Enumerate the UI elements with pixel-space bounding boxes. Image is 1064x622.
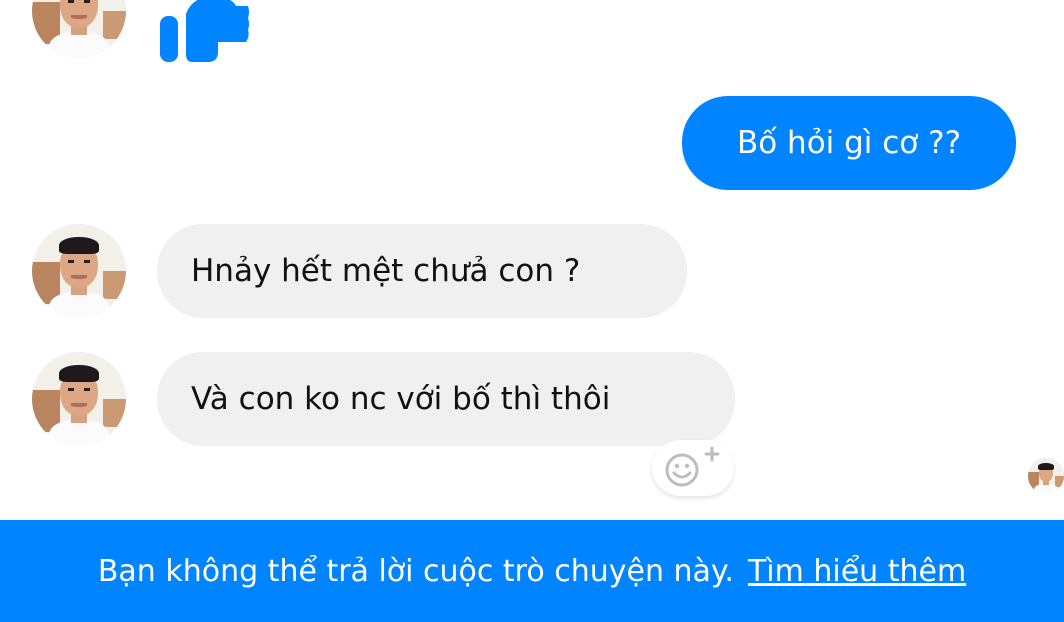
message-bubble-incoming[interactable]: Hnảy hết mệt chưả con ? [157,224,687,318]
contact-avatar[interactable] [32,224,126,318]
message-text: Bố hỏi gì cơ ?? [736,124,962,161]
message-text: Hnảy hết mệt chưả con ? [191,252,581,289]
contact-avatar[interactable] [32,352,126,446]
smiley-add-icon [665,446,720,487]
learn-more-link[interactable]: Tìm hiểu thêm [748,554,966,589]
message-text: Và con ko nc với bố thì thôi [191,380,611,417]
notice-text: Bạn không thể trả lời cuộc trò chuyện nà… [97,553,734,589]
thumbs-up-icon [160,0,249,62]
add-reaction-button[interactable] [652,440,734,496]
message-bubble-incoming[interactable]: Và con ko nc với bố thì thôi [157,352,735,446]
contact-avatar[interactable] [32,0,126,58]
seen-avatar [1028,458,1064,494]
cannot-reply-banner: Bạn không thể trả lời cuộc trò chuyện nà… [0,520,1064,622]
message-bubble-outgoing[interactable]: Bố hỏi gì cơ ?? [682,96,1016,190]
